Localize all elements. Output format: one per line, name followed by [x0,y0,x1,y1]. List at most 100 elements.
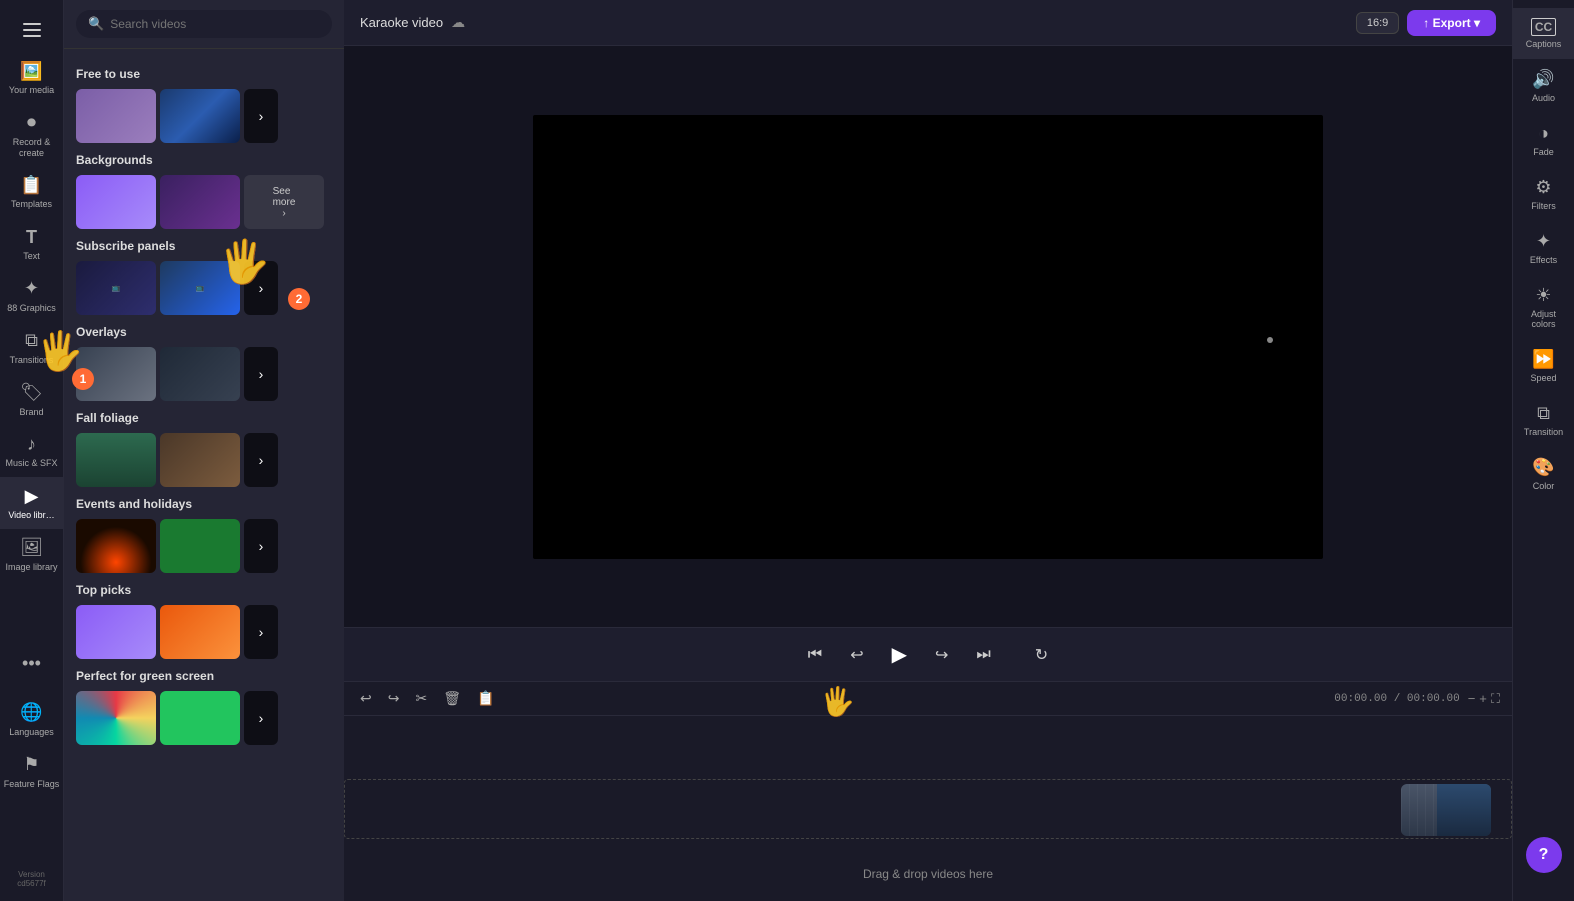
sidebar-item-your-media[interactable]: 🖼️ Your media [0,52,64,104]
fade-label: Fade [1533,147,1554,157]
main-area: Karaoke video ☁ 16:9 ↑ Export ▾ ⏮ ↩ ▶ ↪ … [344,0,1512,901]
rewind-5s-btn[interactable]: ↩ [846,641,867,669]
video-library-label: Video libr… [8,510,54,521]
sidebar-item-languages[interactable]: 🌐 Languages [0,694,64,746]
overlay-thumb-1[interactable] [76,347,156,401]
right-item-color[interactable]: 🎨 Color [1513,447,1574,501]
redo-btn[interactable]: ↪ [384,688,404,709]
right-item-fade[interactable]: ◑ Fade [1513,113,1574,167]
zoom-in-btn[interactable]: + [1479,691,1487,707]
timeline-track-area: Drag & drop videos here [344,716,1512,901]
free-to-use-next-btn[interactable]: › [244,89,278,143]
sidebar-item-music-sfx[interactable]: ♪ Music & SFX [0,425,64,477]
sidebar-item-brand[interactable]: 🏷 Brand [0,374,64,426]
right-item-adjust-colors[interactable]: ☀ Adjustcolors [1513,275,1574,339]
free-thumb-1[interactable] [76,89,156,143]
effects-icon: ✦ [1536,231,1551,252]
right-item-captions[interactable]: CC Captions [1513,8,1574,59]
skip-forward-btn[interactable]: ⏭ [972,642,994,668]
text-icon: T [21,226,43,248]
speed-label: Speed [1530,373,1556,383]
adjust-colors-label: Adjustcolors [1531,309,1556,329]
sidebar-item-text[interactable]: T Text [0,218,64,270]
brand-icon: 🏷 [21,382,43,404]
refresh-btn[interactable]: ↻ [1031,641,1052,669]
sidebar-item-transitions[interactable]: ⧉ Transitions [0,322,64,374]
zoom-controls: − + ⛶ [1468,691,1500,707]
section-fall-foliage-title: Fall foliage [76,411,332,425]
clip-btn[interactable]: 📋 [473,688,498,709]
play-button[interactable]: ▶ [888,638,911,671]
section-subscribe-grid: 📺 📺 › [76,261,332,315]
green-screen-next-btn[interactable]: › [244,691,278,745]
undo-btn[interactable]: ↩ [356,688,376,709]
forward-5s-btn[interactable]: ↪ [931,641,952,669]
search-input[interactable] [110,17,320,31]
aspect-ratio-btn[interactable]: 16:9 [1356,12,1399,34]
fall-thumb-2[interactable] [160,433,240,487]
right-item-effects[interactable]: ✦ Effects [1513,221,1574,275]
bg-thumb-1[interactable] [76,175,156,229]
free-thumb-2[interactable] [160,89,240,143]
see-more-btn[interactable]: Seemore › [244,175,324,229]
timeline-track [344,779,1512,839]
green-thumb-2[interactable] [160,691,240,745]
fall-thumb-1[interactable] [76,433,156,487]
top-bar-right: 16:9 ↑ Export ▾ [1356,10,1496,36]
sidebar-item-image-library[interactable]: 🖼 Image library [0,529,64,581]
zoom-out-btn[interactable]: − [1468,691,1476,707]
version-label: Versioncd5677f [17,870,45,889]
audio-icon: 🔊 [1532,69,1554,90]
top-picks-next-btn[interactable]: › [244,605,278,659]
sub-thumb-1[interactable]: 📺 [76,261,156,315]
see-more-arrow: › [282,208,285,219]
events-thumb-1[interactable] [76,519,156,573]
overlay-thumb-2[interactable] [160,347,240,401]
top-thumb-2[interactable] [160,605,240,659]
delete-btn[interactable]: 🗑 [439,688,465,709]
timeline-toolbar: ↩ ↪ ✂ 🗑 📋 00:00.00 / 00:00.00 − + ⛶ [344,682,1512,716]
transitions-icon: ⧉ [21,330,43,352]
help-button[interactable]: ? [1526,837,1562,873]
sidebar-item-record-create[interactable]: ⏺ Record &create [0,104,64,167]
sidebar-item-graphics[interactable]: ✦ 88 Graphics [0,270,64,322]
filters-label: Filters [1531,201,1556,211]
filters-icon: ⚙ [1535,177,1551,198]
fullscreen-timeline-btn[interactable]: ⛶ [1491,691,1500,707]
section-overlays-title: Overlays [76,325,332,339]
sidebar-item-more[interactable]: ••• [0,645,64,686]
graphics-label: 88 Graphics [7,303,56,314]
section-overlays-grid: › [76,347,332,401]
timeline-area: ↩ ↪ ✂ 🗑 📋 00:00.00 / 00:00.00 − + ⛶ [344,681,1512,901]
cloud-save-icon: ☁ [451,14,465,31]
right-item-transition[interactable]: ⧉ Transition [1513,393,1574,447]
section-fall-foliage-grid: › [76,433,332,487]
events-thumb-2[interactable] [160,519,240,573]
sub-thumb-2[interactable]: 📺 [160,261,240,315]
export-button[interactable]: ↑ Export ▾ [1407,10,1496,36]
your-media-icon: 🖼️ [21,60,43,82]
overlays-next-btn[interactable]: › [244,347,278,401]
top-bar: Karaoke video ☁ 16:9 ↑ Export ▾ [344,0,1512,46]
timeline-clip[interactable] [1401,784,1491,836]
right-item-speed[interactable]: ⏩ Speed [1513,339,1574,393]
sidebar-item-feature-flags[interactable]: ⚑ Feature Flags [0,746,64,798]
right-item-filters[interactable]: ⚙ Filters [1513,167,1574,221]
cut-btn[interactable]: ✂ [411,688,431,709]
hamburger-menu[interactable] [0,8,64,52]
bg-thumb-2[interactable] [160,175,240,229]
skip-back-btn[interactable]: ⏮ [804,642,826,668]
green-thumb-1[interactable] [76,691,156,745]
section-events-grid: › [76,519,332,573]
events-next-btn[interactable]: › [244,519,278,573]
right-item-audio[interactable]: 🔊 Audio [1513,59,1574,113]
sidebar-item-templates[interactable]: 📋 Templates [0,166,64,218]
top-thumb-1[interactable] [76,605,156,659]
clip-thumbnail [1437,784,1491,836]
sidebar-item-video-library[interactable]: ▶ Video libr… [0,477,64,529]
more-icon: ••• [21,653,43,675]
subscribe-next-btn[interactable]: › [244,261,278,315]
captions-icon: CC [1531,18,1556,36]
fall-foliage-next-btn[interactable]: › [244,433,278,487]
left-sidebar: 🖼️ Your media ⏺ Record &create 📋 Templat… [0,0,64,901]
